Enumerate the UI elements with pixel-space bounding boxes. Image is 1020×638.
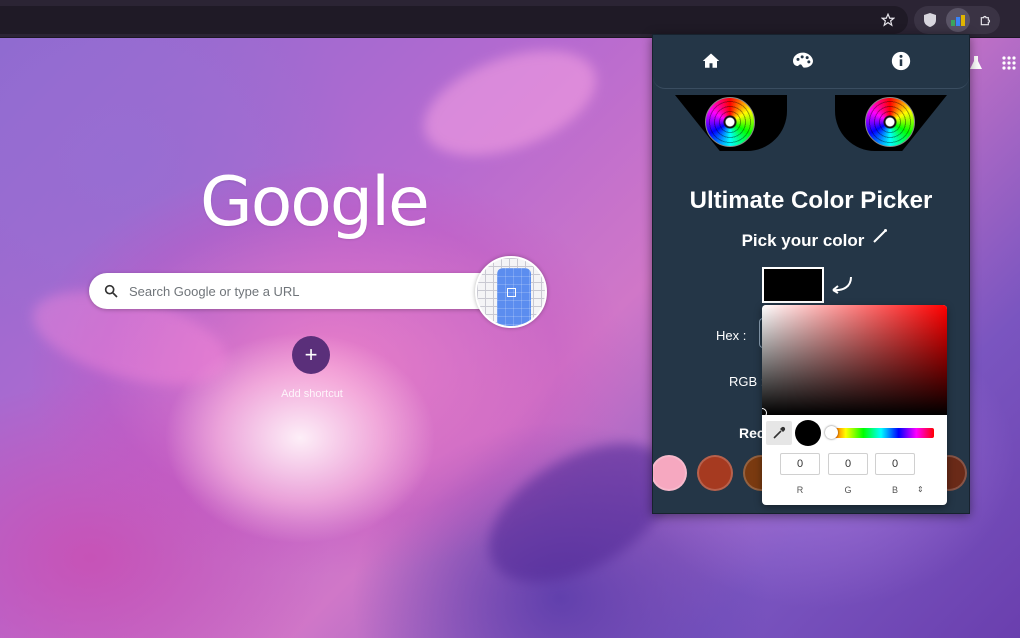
plus-icon: + [304,342,318,367]
recent-colors-label: Rec [739,425,765,441]
add-shortcut-label: Add shortcut [281,388,343,400]
info-icon[interactable] [889,49,913,73]
picked-color-swatch[interactable] [762,267,824,303]
bookmark-star-icon[interactable] [876,8,900,32]
search-icon [104,284,118,298]
puzzle-icon[interactable] [974,8,998,32]
saturation-value-area[interactable] [762,305,947,415]
saturation-handle[interactable] [762,408,767,418]
color-picker-magnifier [475,256,547,328]
blue-value-input[interactable] [875,453,915,475]
current-color-dot [795,420,821,446]
eyedropper-button[interactable] [766,421,792,445]
green-label: G [844,485,852,495]
browser-toolbar [0,0,1020,38]
red-label: R [796,485,804,495]
green-value-input[interactable] [828,453,868,475]
hue-slider[interactable] [828,428,934,438]
right-iris [865,97,915,147]
left-eye-graphic [675,95,787,151]
palette-icon[interactable] [791,49,815,73]
popup-title: Ultimate Color Picker [689,187,933,214]
google-search-box[interactable] [89,273,519,309]
google-logo: Google [200,163,430,242]
curved-arrow-icon [832,276,852,294]
shield-icon[interactable] [918,8,942,32]
eyedropper-pencil-icon[interactable] [871,227,889,245]
apps-grid-icon[interactable] [1002,56,1016,73]
recent-color-swatch[interactable] [653,455,687,491]
eyedropper-icon [773,426,786,439]
color-picker-extension-icon[interactable] [946,8,970,32]
hue-slider-handle[interactable] [825,426,838,439]
labs-flask-icon[interactable] [970,56,982,73]
red-value-input[interactable] [780,453,820,475]
home-icon[interactable] [699,49,723,73]
blue-label: B [891,485,898,495]
search-input[interactable] [129,283,429,299]
right-eye-graphic [835,95,947,151]
pick-color-label: Pick your color [741,231,865,250]
magnifier-crosshair [507,288,516,297]
recent-color-swatch[interactable] [697,455,733,491]
format-toggle-icon[interactable]: ⇕ [917,485,924,494]
address-bar[interactable] [0,6,908,34]
popup-nav-bar [653,35,969,89]
magnified-pixels [497,268,531,326]
color-picker-dialog: R G B ⇕ [762,305,947,505]
hex-label: Hex : [716,328,747,343]
rgb-label: RGB : [729,374,765,389]
left-iris [705,97,755,147]
add-shortcut-button[interactable]: + [292,336,330,374]
